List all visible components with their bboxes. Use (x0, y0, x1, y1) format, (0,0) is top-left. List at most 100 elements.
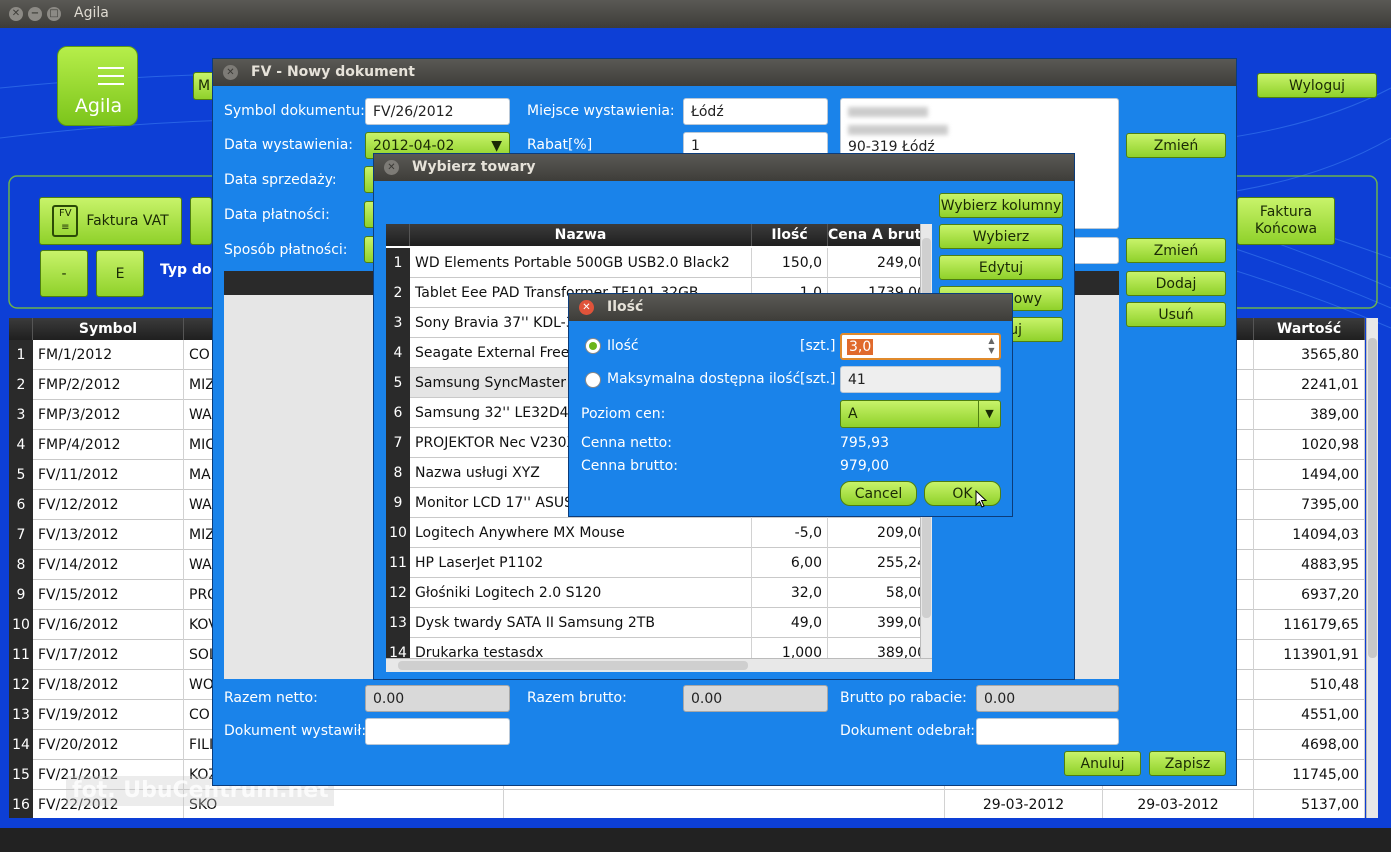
cell-ilosc: -5,0 (752, 518, 828, 548)
cell-symbol: FMP/2/2012 (33, 370, 184, 400)
cell-wartosc: 7395,00 (1254, 490, 1365, 520)
row-number: 15 (9, 760, 33, 790)
razem-netto-label: Razem netto: (224, 690, 318, 706)
row-number: 3 (386, 308, 410, 338)
cena-netto-label: Cenna netto: (581, 435, 672, 451)
cell-symbol: FV/17/2012 (33, 640, 184, 670)
close-icon[interactable]: ✕ (223, 65, 238, 80)
poziom-cen-label: Poziom cen: (581, 406, 666, 422)
cell-wartosc: 116179,65 (1254, 610, 1365, 640)
goods-row[interactable]: 13 Dysk twardy SATA II Samsung 2TB 49,0 399… (386, 608, 932, 638)
cell-cena: 389,00 (828, 638, 932, 660)
radio-ilosc[interactable] (585, 338, 601, 354)
zmien-receiver-button[interactable]: Zmień (1126, 238, 1226, 263)
agila-logo: Agila (57, 46, 138, 126)
goods-hscrollbar[interactable] (386, 658, 932, 672)
anuluj-button[interactable]: Anuluj (1064, 751, 1141, 776)
goods-row[interactable]: 1 WD Elements Portable 500GB USB2.0 Black… (386, 248, 932, 278)
row-number: 3 (9, 400, 33, 430)
col-cena[interactable]: Cena A brutto (828, 224, 932, 246)
goods-row[interactable]: 10 Logitech Anywhere MX Mouse -5,0 209,00 (386, 518, 932, 548)
cell-wartosc: 4551,00 (1254, 700, 1365, 730)
miejsce-label: Miejsce wystawienia: (527, 103, 675, 119)
fv-dialog-header: ✕ FV - Nowy dokument (213, 59, 1236, 86)
row-number: 14 (9, 730, 33, 760)
cell-symbol: FV/14/2012 (33, 550, 184, 580)
cell-symbol: FV/15/2012 (33, 580, 184, 610)
col-symbol[interactable]: Symbol (33, 318, 184, 340)
dodaj-button[interactable]: Dodaj (1126, 271, 1226, 296)
data-wystawienia-label: Data wystawienia: (224, 137, 353, 153)
cell-ilosc: 1,000 (752, 638, 828, 660)
small-e-button[interactable]: E (96, 250, 144, 297)
usun-button[interactable]: Usuń (1126, 302, 1226, 327)
close-icon[interactable]: ✕ (9, 7, 23, 21)
col-ilosc[interactable]: Ilość (752, 224, 828, 246)
row-number: 5 (386, 368, 410, 398)
faktura-koncowa-button[interactable]: Faktura Końcowa (1237, 197, 1335, 245)
goods-row[interactable]: 11 HP LaserJet P1102 6,00 255,24 (386, 548, 932, 578)
poziom-cen-select[interactable]: A ▼ (840, 400, 1001, 428)
cell-symbol: FV/13/2012 (33, 520, 184, 550)
close-icon[interactable]: ✕ (579, 300, 594, 315)
row-number: 4 (9, 430, 33, 460)
row-number: 2 (386, 278, 410, 308)
cell-cena: 58,00 (828, 578, 932, 608)
radio-max[interactable] (585, 372, 601, 388)
row-number: 10 (386, 518, 410, 548)
odebral-field[interactable] (976, 718, 1119, 745)
row-number: 13 (386, 608, 410, 638)
chevron-down-icon: ▼ (978, 401, 1000, 427)
wystawil-field[interactable] (365, 718, 510, 745)
cell-nazwa: HP LaserJet P1102 (410, 548, 752, 578)
col-wartosc[interactable]: Wartość (1254, 318, 1365, 340)
ok-button[interactable]: OK (924, 481, 1001, 506)
minimize-icon[interactable]: − (28, 7, 42, 21)
wybierz-button[interactable]: Wybierz (939, 224, 1063, 249)
main-scrollbar[interactable] (1366, 318, 1378, 818)
edytuj-button[interactable]: Edytuj (939, 255, 1063, 280)
goods-row[interactable]: 12 Głośniki Logitech 2.0 S120 32,0 58,00 (386, 578, 932, 608)
zmien-buyer-button[interactable]: Zmień (1126, 133, 1226, 158)
col-nazwa[interactable]: Nazwa (410, 224, 752, 246)
cell-ilosc: 32,0 (752, 578, 828, 608)
zapisz-button[interactable]: Zapisz (1149, 751, 1226, 776)
cell-symbol: FMP/4/2012 (33, 430, 184, 460)
goods-row[interactable]: 14 Drukarka testasdx 1,000 389,00 (386, 638, 932, 660)
goods-dialog-title: Wybierz towary (412, 159, 536, 175)
cell-cena: 399,00 (828, 608, 932, 638)
cancel-button[interactable]: Cancel (840, 481, 917, 506)
wybierz-kolumny-button[interactable]: Wybierz kolumny (939, 193, 1063, 218)
window-titlebar: ✕ − □ Agila (0, 0, 1391, 28)
window-title: Agila (74, 5, 109, 21)
close-icon[interactable]: ✕ (384, 160, 399, 175)
small-minus-button[interactable]: - (40, 250, 88, 297)
cell-date-1: 29-03-2012 (945, 790, 1103, 818)
quantity-spinbox[interactable]: 3,0 (840, 333, 1001, 360)
row-number: 11 (9, 640, 33, 670)
symbol-field[interactable]: FV/26/2012 (365, 98, 510, 125)
cell-nazwa: Dysk twardy SATA II Samsung 2TB (410, 608, 752, 638)
radio-max-label: Maksymalna dostępna ilość (607, 371, 801, 387)
cell-symbol: FV/11/2012 (33, 460, 184, 490)
miejsce-field[interactable]: Łódź (683, 98, 828, 125)
cell-symbol: FV/18/2012 (33, 670, 184, 700)
data-sprzedazy-label: Data sprzedaży: (224, 172, 337, 188)
maximize-icon[interactable]: □ (47, 7, 61, 21)
cell-symbol: FMP/3/2012 (33, 400, 184, 430)
unit-label-1: [szt.] (800, 338, 836, 354)
symbol-label: Symbol dokumentu: (224, 103, 365, 119)
quantity-dialog-title: Ilość (607, 299, 644, 315)
cell-cena: 249,00 (828, 248, 932, 278)
faktura-vat-button[interactable]: FV ≡ Faktura VAT (39, 197, 182, 245)
cell-cena: 255,24 (828, 548, 932, 578)
row-number: 9 (9, 580, 33, 610)
cell-wartosc: 11745,00 (1254, 760, 1365, 790)
logout-button[interactable]: Wyloguj (1257, 73, 1377, 98)
cell-ilosc: 6,00 (752, 548, 828, 578)
toolbar-button-2[interactable] (190, 197, 212, 245)
spin-arrows-icon[interactable]: ▲ ▼ (985, 336, 998, 357)
cell-wartosc: 113901,91 (1254, 640, 1365, 670)
row-number: 8 (386, 458, 410, 488)
cell-symbol: FM/1/2012 (33, 340, 184, 370)
